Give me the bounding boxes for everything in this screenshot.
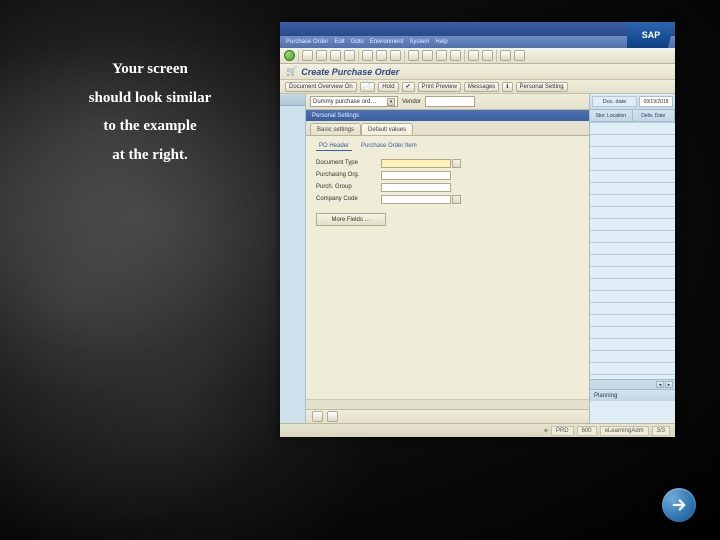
app-toolbar[interactable]: Document Overview On 📄 Hold ✔ Print Prev… (280, 80, 675, 94)
col-deliv-date: Deliv. Date (633, 110, 676, 121)
transaction-title-text: Create Purchase Order (301, 67, 399, 77)
caption-line: should look similar (35, 84, 265, 113)
personal-settings-strip: Personal Settings (306, 110, 589, 121)
print-icon[interactable] (362, 50, 373, 61)
cart-icon: 🛒 (286, 66, 297, 77)
enter-icon[interactable] (284, 50, 295, 61)
planning-header[interactable]: Planning (590, 389, 675, 401)
status-user: eLearningAdm (600, 426, 649, 436)
item-toolbar[interactable] (306, 409, 589, 423)
arrow-right-icon (670, 496, 688, 514)
lastpage-icon[interactable] (450, 50, 461, 61)
shortcut-icon[interactable] (482, 50, 493, 61)
po-header-bar: Dummy purchase ord… ▾ Vendor (306, 94, 589, 110)
docdate-input[interactable]: 09/19/2018 (639, 96, 673, 107)
doc-overview-panel (280, 94, 306, 423)
print-preview-button[interactable]: Print Preview (418, 82, 461, 92)
next-slide-button[interactable] (662, 488, 696, 522)
back-icon[interactable] (316, 50, 327, 61)
caption-line: at the right. (35, 141, 265, 170)
f4-help-icon[interactable] (452, 195, 461, 204)
slide-caption: Your screen should look similar to the e… (35, 55, 265, 169)
sap-screenshot: Purchase Order Edit Goto Environment Sys… (280, 22, 675, 437)
delete-icon[interactable] (327, 411, 338, 422)
menu-item[interactable]: Goto (351, 39, 364, 45)
input-company-code[interactable] (381, 195, 451, 204)
vendor-input[interactable] (425, 96, 475, 107)
label-purchasing-org: Purchasing Org. (316, 172, 381, 178)
menu-item[interactable]: Environment (370, 39, 404, 45)
order-type-value: Dummy purchase ord… (313, 99, 376, 105)
layout-icon[interactable] (514, 50, 525, 61)
default-values-pane: PO Header Purchase Order Item Document T… (306, 135, 589, 236)
more-fields-button[interactable]: More Fields … (316, 213, 386, 226)
menu-item[interactable]: Help (435, 39, 447, 45)
status-client: 600 (577, 426, 597, 436)
transaction-title: 🛒 Create Purchase Order (280, 64, 675, 80)
scroll-right-icon[interactable]: ▸ (665, 381, 673, 388)
label-purch-group: Purch. Group (316, 184, 381, 190)
status-bar: ▹ PRD 600 eLearningAdm 3/3 (280, 423, 675, 437)
standard-toolbar[interactable] (280, 48, 675, 64)
doc-overview-button[interactable]: Document Overview On (285, 82, 357, 92)
input-document-type[interactable] (381, 159, 451, 168)
status-system: PRD (551, 426, 574, 436)
settings-tabbar[interactable]: Basic settings Default values (306, 121, 589, 135)
scroll-left-icon[interactable]: ◂ (656, 381, 664, 388)
input-purchasing-org[interactable] (381, 171, 451, 180)
prevpage-icon[interactable] (422, 50, 433, 61)
status-ok-icon: ▹ (545, 427, 548, 434)
messages-button[interactable]: Messages (464, 82, 499, 92)
hold-button[interactable]: Hold (378, 82, 398, 92)
nextpage-icon[interactable] (436, 50, 447, 61)
docdate-label: Doc. date (592, 96, 637, 107)
input-purch-group[interactable] (381, 183, 451, 192)
col-stor-location: Stor. Location (590, 110, 633, 121)
subtab-po-header[interactable]: PO Header (316, 142, 352, 151)
save-icon[interactable] (302, 50, 313, 61)
label-document-type: Document Type (316, 160, 381, 166)
subtab-po-item[interactable]: Purchase Order Item (358, 142, 420, 151)
menu-bar[interactable]: Purchase Order Edit Goto Environment Sys… (280, 36, 675, 48)
info-icon[interactable]: ℹ (502, 82, 512, 92)
copy-icon[interactable] (312, 411, 323, 422)
grid-scrollbar[interactable]: ◂ ▸ (590, 379, 675, 389)
exit-icon[interactable] (330, 50, 341, 61)
menu-item[interactable]: Edit (334, 39, 344, 45)
personal-setting-button[interactable]: Personal Setting (516, 82, 568, 92)
label-company-code: Company Code (316, 196, 381, 202)
chevron-down-icon[interactable]: ▾ (387, 98, 395, 106)
tab-default-values[interactable]: Default values (361, 123, 413, 135)
caption-line: Your screen (35, 55, 265, 84)
find-icon[interactable] (376, 50, 387, 61)
findnext-icon[interactable] (390, 50, 401, 61)
order-type-combo[interactable]: Dummy purchase ord… ▾ (310, 96, 398, 107)
item-grid-header: Stor. Location Deliv. Date (590, 110, 675, 122)
item-grid[interactable] (590, 122, 675, 379)
firstpage-icon[interactable] (408, 50, 419, 61)
create-icon[interactable]: 📄 (360, 82, 375, 92)
cancel-icon[interactable] (344, 50, 355, 61)
tab-basic-settings[interactable]: Basic settings (310, 123, 361, 135)
item-overview-panel: Doc. date 09/19/2018 Stor. Location Deli… (589, 94, 675, 423)
caption-line: to the example (35, 112, 265, 141)
sap-logo: SAP (627, 22, 675, 48)
vendor-label: Vendor (402, 99, 421, 105)
f4-help-icon[interactable] (452, 159, 461, 168)
newsession-icon[interactable] (468, 50, 479, 61)
check-icon[interactable]: ✔ (402, 82, 415, 92)
window-titlebar (280, 22, 675, 36)
menu-item[interactable]: Purchase Order (286, 39, 328, 45)
personal-settings-label: Personal Settings (312, 113, 359, 119)
status-session: 3/3 (652, 426, 670, 436)
help-icon[interactable] (500, 50, 511, 61)
menu-item[interactable]: System (409, 39, 429, 45)
